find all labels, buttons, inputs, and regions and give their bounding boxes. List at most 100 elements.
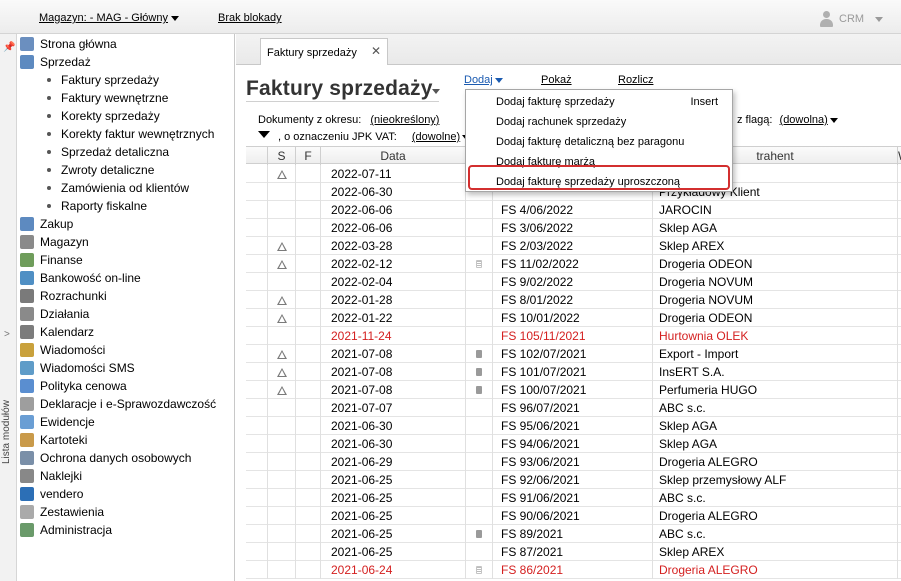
sidebar-item[interactable]: Finanse — [17, 251, 83, 269]
table-row[interactable]: 2022-06-06 FS 3/06/2022 Sklep AGA — [246, 219, 901, 237]
column-header-f[interactable]: F — [296, 147, 321, 165]
sidebar-item[interactable]: Zakup — [17, 215, 73, 233]
sidebar-item[interactable]: Sprzedaż — [17, 53, 91, 71]
table-row[interactable]: 2022-02-12 FS 11/02/2022 Drogeria ODEON — [246, 255, 901, 273]
sidebar-item[interactable]: Wiadomości — [17, 341, 105, 359]
table-row[interactable]: 2021-06-25 FS 89/2021 ABC s.c. — [246, 525, 901, 543]
number-cell: FS 102/07/2021 — [493, 345, 653, 363]
table-row[interactable]: 2021-07-07 FS 96/07/2021 ABC s.c. — [246, 399, 901, 417]
add-menu[interactable]: Dodaj — [464, 74, 503, 86]
table-row[interactable]: 2022-01-22 FS 10/01/2022 Drogeria ODEON — [246, 309, 901, 327]
sidebar-item-label: Wiadomości SMS — [40, 361, 135, 375]
sidebar-item[interactable]: Strona główna — [17, 35, 117, 53]
grid-cell — [246, 489, 268, 507]
table-row[interactable]: 2021-07-08 FS 102/07/2021 Export - Import — [246, 345, 901, 363]
table-row[interactable]: 2021-07-08 FS 101/07/2021 InsERT S.A. — [246, 363, 901, 381]
sidebar-item[interactable]: Zestawienia — [17, 503, 104, 521]
close-icon[interactable]: ✕ — [371, 44, 381, 58]
document-cell — [466, 399, 493, 417]
table-row[interactable]: 2022-02-04 FS 9/02/2022 Drogeria NOVUM — [246, 273, 901, 291]
table-row[interactable]: 2022-01-28 FS 8/01/2022 Drogeria NOVUM — [246, 291, 901, 309]
jpk-filter-label: , o oznaczeniu JPK VAT: — [278, 131, 397, 143]
sidebar-item[interactable]: Kartoteki — [17, 431, 87, 449]
dropdown-menu-item[interactable]: Dodaj fakturę sprzedaży — [496, 92, 615, 112]
pin-icon[interactable]: 📌 — [3, 42, 15, 53]
sidebar-item[interactable]: Ewidencje — [17, 413, 95, 431]
chevron-right-icon[interactable]: > — [4, 329, 10, 340]
table-row[interactable]: 2021-06-25 FS 87/2021 Sklep AREX — [246, 543, 901, 561]
grid-cell — [296, 435, 321, 453]
chevron-down-icon — [170, 15, 179, 21]
sidebar-item[interactable]: Administracja — [17, 521, 112, 539]
warehouse-selector[interactable]: Magazyn: - MAG - Główny — [39, 12, 179, 24]
lock-status-link[interactable]: Brak blokady — [218, 12, 282, 24]
grid-cell — [246, 363, 268, 381]
settle-menu[interactable]: Rozlicz — [618, 74, 653, 86]
sidebar-item[interactable]: Korekty faktur wewnętrznych — [47, 125, 214, 143]
table-row[interactable]: 2022-03-28 FS 2/03/2022 Sklep AREX — [246, 237, 901, 255]
tab-sales-invoices[interactable]: Faktury sprzedaży ✕ — [260, 38, 388, 66]
sidebar-item[interactable]: Polityka cenowa — [17, 377, 127, 395]
dropdown-menu-item[interactable]: Dodaj fakturę detaliczną bez paragonu — [496, 132, 684, 152]
sidebar-item[interactable]: Faktury wewnętrzne — [47, 89, 168, 107]
crm-label: CRM — [839, 13, 865, 25]
sidebar-item[interactable]: Deklaracje i e-Sprawozdawczość — [17, 395, 216, 413]
table-row[interactable]: 2021-06-25 FS 90/06/2021 Drogeria ALEGRO — [246, 507, 901, 525]
sidebar-item[interactable]: Ochrona danych osobowych — [17, 449, 191, 467]
sidebar-item[interactable]: Korekty sprzedaży — [47, 107, 160, 125]
chevron-down-icon[interactable] — [432, 89, 440, 94]
sidebar-item[interactable]: Naklejki — [17, 467, 82, 485]
date-cell: 2022-06-06 — [321, 219, 466, 237]
contractor-cell: Drogeria ALEGRO — [653, 561, 898, 579]
sidebar-item[interactable]: vendero — [17, 485, 83, 503]
dropdown-menu-item[interactable]: Dodaj rachunek sprzedaży — [496, 112, 626, 132]
sidebar-item[interactable]: Zwroty detaliczne — [47, 161, 154, 179]
table-row[interactable]: 2022-06-06 FS 4/06/2022 JAROCIN — [246, 201, 901, 219]
sidebar-item[interactable]: Raporty fiskalne — [47, 197, 147, 215]
document-icon — [476, 386, 482, 394]
sidebar-item[interactable]: Faktury sprzedaży — [47, 71, 159, 89]
sidebar-item[interactable]: Bankowość on-line — [17, 269, 141, 287]
crm-menu[interactable]: CRM — [818, 10, 884, 28]
document-cell — [466, 291, 493, 309]
table-row[interactable]: 2021-06-25 FS 92/06/2021 Sklep przemysłowy… — [246, 471, 901, 489]
status-cell — [268, 219, 296, 237]
show-menu[interactable]: Pokaż — [541, 74, 572, 86]
column-header-s[interactable]: S — [268, 147, 296, 165]
sidebar-item-label: Kalendarz — [40, 325, 95, 339]
sidebar-item[interactable]: Działania — [17, 305, 89, 323]
chevron-down-icon[interactable] — [829, 117, 838, 123]
table-row[interactable]: 2021-06-30 FS 94/06/2021 Sklep AGA — [246, 435, 901, 453]
grid-cell — [246, 525, 268, 543]
date-cell: 2021-07-08 — [321, 381, 466, 399]
period-filter-value[interactable]: (nieokreślony) — [370, 114, 439, 126]
table-row[interactable]: 2021-11-24 FS 105/11/2021 Hurtownia OLEK — [246, 327, 901, 345]
module-icon — [20, 235, 34, 249]
number-cell: FS 105/11/2021 — [493, 327, 653, 345]
table-row[interactable]: 2021-06-25 FS 91/06/2021 ABC s.c. — [246, 489, 901, 507]
grid-cell — [246, 273, 268, 291]
date-cell: 2022-02-12 — [321, 255, 466, 273]
sidebar-item[interactable]: Wiadomości SMS — [17, 359, 135, 377]
module-list-strip[interactable]: 📌 > Lista modułów — [0, 34, 17, 581]
jpk-filter-value[interactable]: (dowolne) — [412, 131, 460, 143]
shortcut-label: Insert — [690, 96, 718, 108]
sidebar-item[interactable]: Sprzedaż detaliczna — [47, 143, 169, 161]
table-row[interactable]: 2021-07-08 FS 100/07/2021 Perfumeria HUGO — [246, 381, 901, 399]
expand-filters-icon[interactable] — [258, 131, 270, 138]
sidebar-item[interactable]: Zamówienia od klientów — [47, 179, 189, 197]
column-header-date[interactable]: Data — [321, 147, 466, 165]
page-title[interactable]: Faktury sprzedaży — [246, 77, 433, 101]
table-row[interactable]: 2021-06-29 FS 93/06/2021 Drogeria ALEGRO — [246, 453, 901, 471]
table-row[interactable]: 2021-06-24 FS 86/2021 Drogeria ALEGRO — [246, 561, 901, 579]
document-icon — [476, 260, 482, 268]
grid-cell — [246, 219, 268, 237]
document-cell — [466, 435, 493, 453]
sidebar-item[interactable]: Magazyn — [17, 233, 89, 251]
flag-filter-value[interactable]: (dowolna) — [780, 114, 828, 126]
number-cell: FS 93/06/2021 — [493, 453, 653, 471]
table-row[interactable]: 2021-06-30 FS 95/06/2021 Sklep AGA — [246, 417, 901, 435]
sidebar-item[interactable]: Kalendarz — [17, 323, 94, 341]
module-icon — [20, 433, 34, 447]
sidebar-item[interactable]: Rozrachunki — [17, 287, 107, 305]
